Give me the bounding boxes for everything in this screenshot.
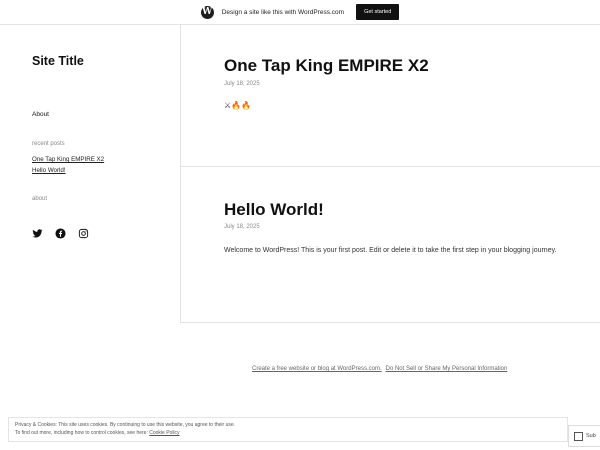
reader-icon <box>574 431 583 441</box>
cookie-banner: Privacy & Cookies: This site uses cookie… <box>8 417 568 442</box>
nav-about-link[interactable]: About <box>32 111 49 118</box>
site-footer: Create a free website or blog at WordPre… <box>252 366 507 372</box>
do-not-sell-link[interactable]: Do Not Sell or Share My Personal Informa… <box>386 366 508 372</box>
wordpress-promo-bar: W Design a site like this with WordPress… <box>0 0 600 25</box>
post-excerpt: ⚔🔥🔥 <box>224 101 252 110</box>
get-started-button[interactable]: Get started <box>356 4 400 20</box>
instagram-icon[interactable] <box>78 226 89 239</box>
recent-post-link[interactable]: Hello World! <box>32 167 66 174</box>
cookie-notice-more: To find out more, including how to contr… <box>15 430 180 436</box>
subscribe-label: Sub <box>586 433 596 439</box>
subscribe-button[interactable]: Sub <box>568 425 600 447</box>
facebook-icon[interactable] <box>55 226 66 239</box>
recent-post-link[interactable]: One Tap King EMPIRE X2 <box>32 156 104 163</box>
post-date[interactable]: July 18, 2025 <box>224 81 260 87</box>
site-title[interactable]: Site Title <box>32 54 84 68</box>
twitter-icon[interactable] <box>32 226 43 238</box>
list-item: Hello World! <box>32 165 104 176</box>
wordpress-credit-link[interactable]: Create a free website or blog at WordPre… <box>252 366 382 372</box>
recent-posts-heading: recent posts <box>32 141 65 147</box>
cookie-more-text: To find out more, including how to contr… <box>15 430 148 436</box>
list-item: One Tap King EMPIRE X2 <box>32 154 104 165</box>
post-title[interactable]: Hello World! <box>224 200 324 220</box>
post-title[interactable]: One Tap King EMPIRE X2 <box>224 56 429 76</box>
cookie-notice-text: Privacy & Cookies: This site uses cookie… <box>15 422 236 428</box>
social-links <box>32 226 89 239</box>
post-card: Hello World! July 18, 2025 Welcome to Wo… <box>180 167 600 323</box>
wordpress-logo-icon[interactable]: W <box>200 5 214 19</box>
sidebar: Site Title About recent posts One Tap Ki… <box>0 24 181 322</box>
recent-posts-list: One Tap King EMPIRE X2 Hello World! <box>32 154 104 176</box>
promo-text[interactable]: Design a site like this with WordPress.c… <box>222 9 344 16</box>
post-excerpt: Welcome to WordPress! This is your first… <box>224 247 557 254</box>
about-heading: about <box>32 196 48 202</box>
post-date[interactable]: July 18, 2025 <box>224 224 260 230</box>
cookie-policy-link[interactable]: Cookie Policy <box>149 430 179 436</box>
post-card: One Tap King EMPIRE X2 July 18, 2025 ⚔🔥🔥 <box>180 24 600 167</box>
